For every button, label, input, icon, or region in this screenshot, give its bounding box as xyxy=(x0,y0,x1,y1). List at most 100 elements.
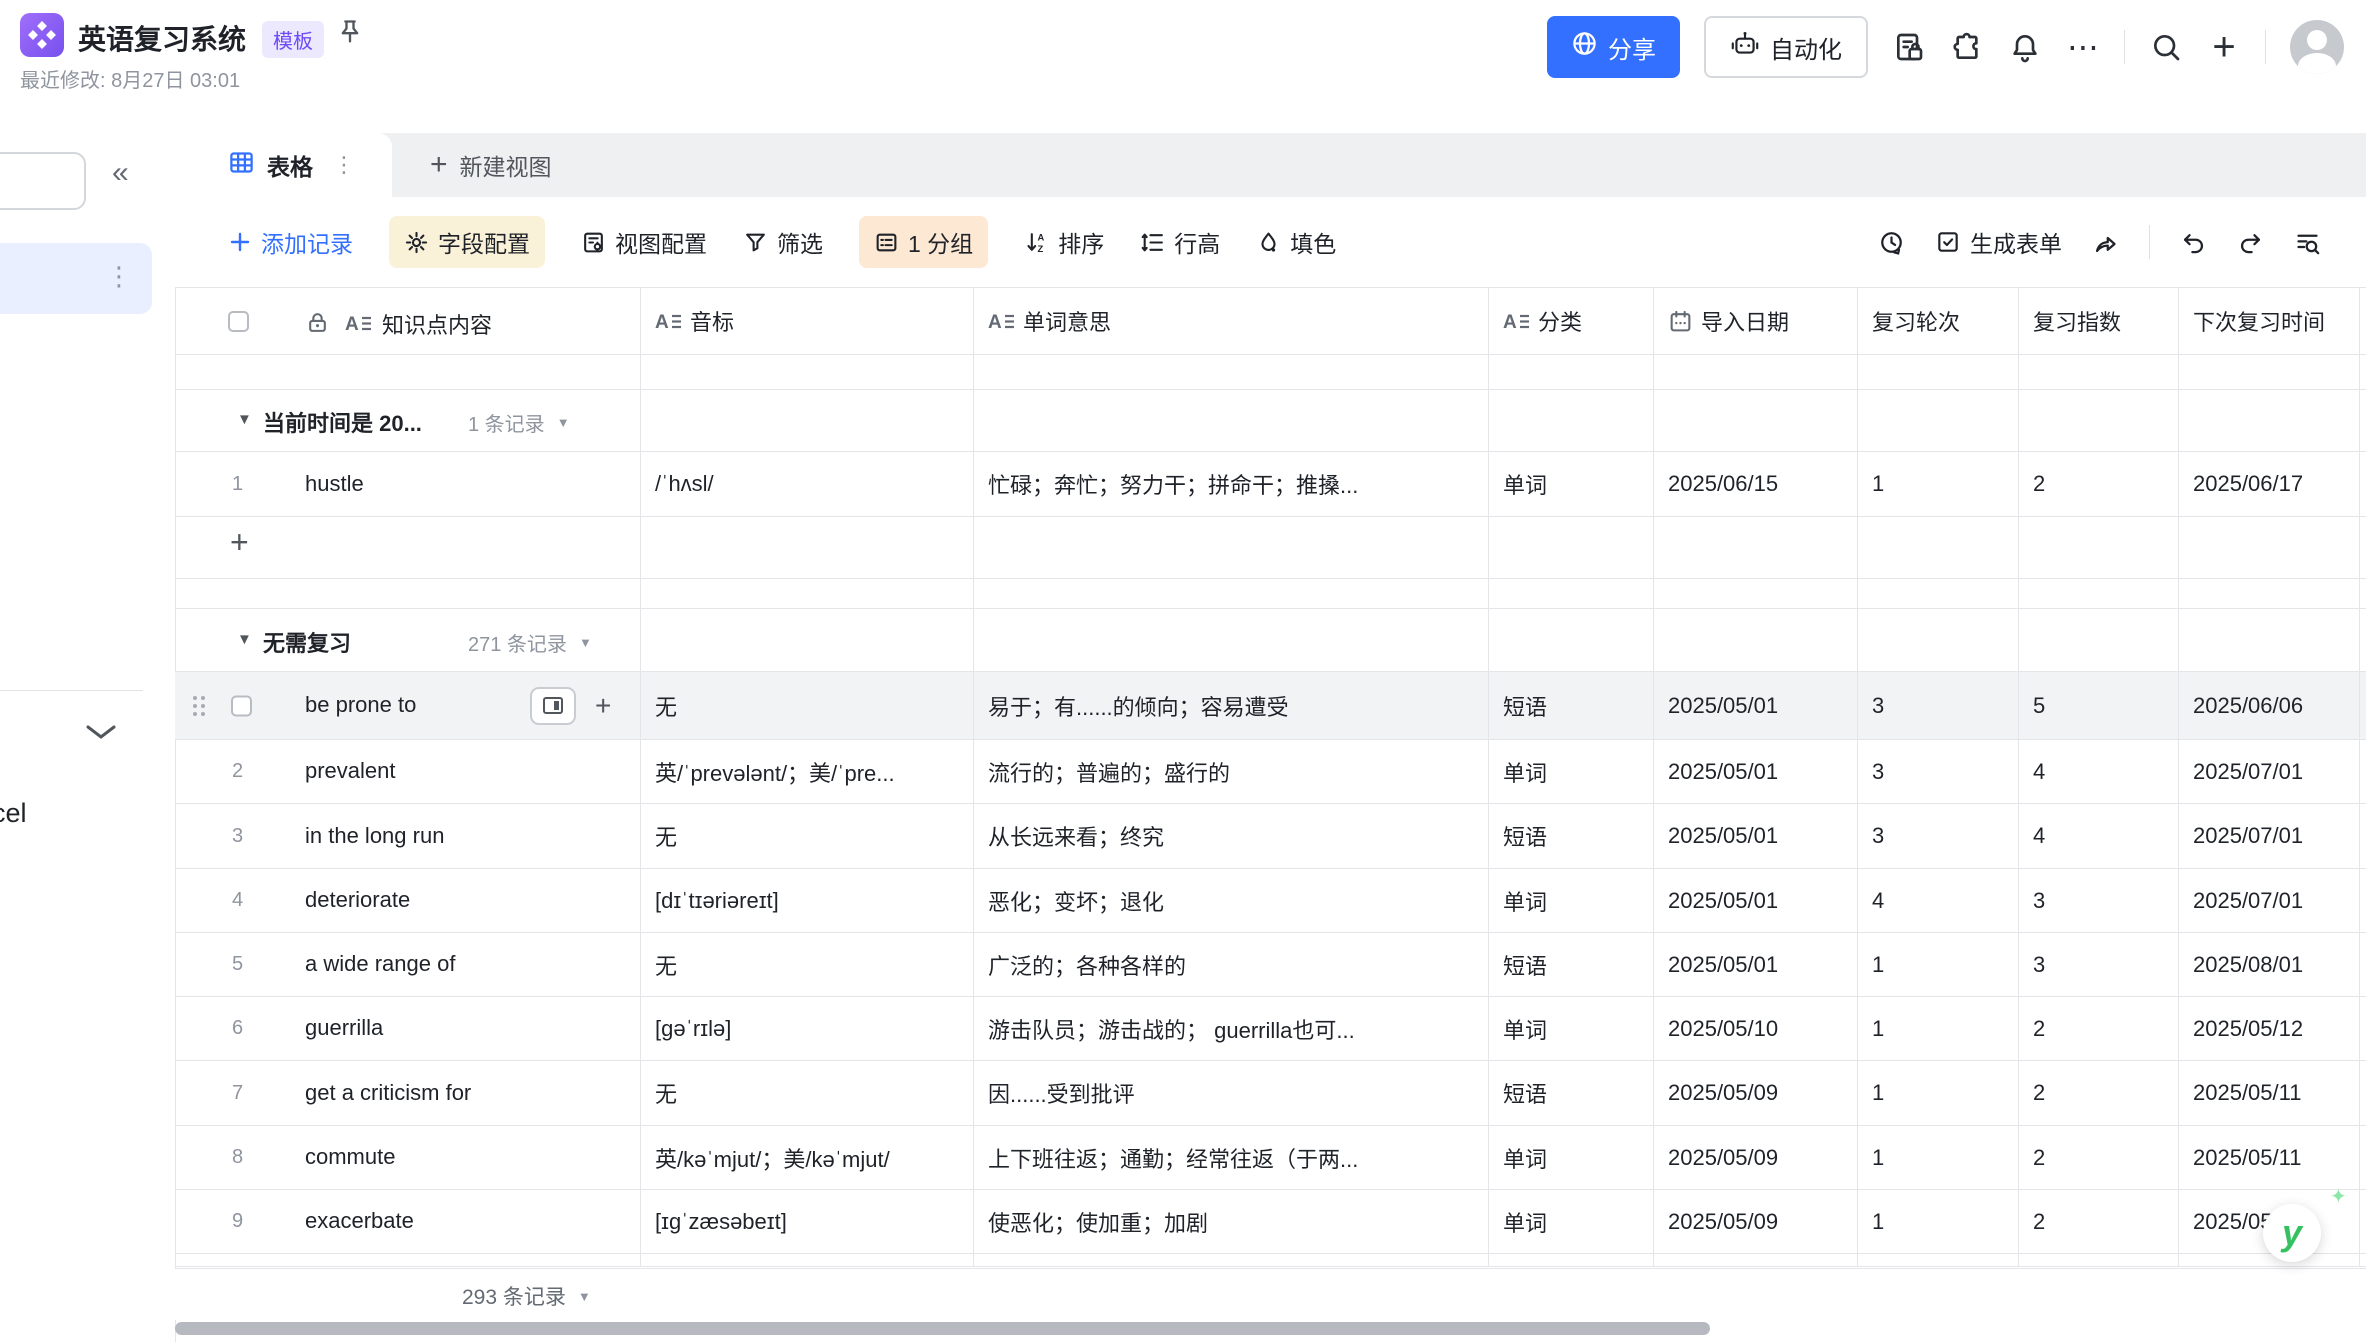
cell-review-round[interactable]: 1 xyxy=(1858,997,2019,1060)
cell-knowledge[interactable]: 6guerrilla xyxy=(175,997,641,1060)
cell-import-date[interactable]: 2025/05/01 xyxy=(1654,740,1858,803)
cell-next-review-date[interactable]: 2025/05/11 xyxy=(2179,1061,2360,1125)
cell-import-date[interactable]: 2025/05/01 xyxy=(1654,869,1858,932)
cell-phonetic[interactable]: 无 xyxy=(641,804,974,868)
tab-more-icon[interactable]: ⋮ xyxy=(333,152,357,178)
select-all-checkbox[interactable] xyxy=(228,311,249,332)
cell-next-review-date[interactable]: 2025/06/06 xyxy=(2179,672,2360,739)
cell-meaning[interactable]: 从长远来看；终究 xyxy=(974,804,1489,868)
cell-phonetic[interactable]: [ɪgˈzæsəbeɪt] xyxy=(641,1190,974,1253)
cell-import-date[interactable]: 2025/06/15 xyxy=(1654,452,1858,516)
cell-category[interactable]: 单词 xyxy=(1489,452,1654,516)
add-record-button[interactable]: 添加记录 xyxy=(228,225,353,259)
cell-review-round[interactable]: 4 xyxy=(1858,869,2019,932)
cell-next-review-date[interactable]: 2025/08/01 xyxy=(2179,933,2360,996)
add-record-plus-icon[interactable]: + xyxy=(230,524,249,561)
cell-review-index[interactable]: 2 xyxy=(2019,1061,2179,1125)
cell-meaning[interactable]: 因......受到批评 xyxy=(974,1061,1489,1125)
share-button[interactable]: 分享 xyxy=(1547,16,1680,78)
cell-meaning[interactable]: 流行的；普遍的；盛行的 xyxy=(974,740,1489,803)
user-avatar[interactable] xyxy=(2290,20,2344,74)
pin-icon[interactable] xyxy=(336,18,364,51)
tab-grid-view[interactable]: 表格 ⋮ xyxy=(175,133,392,197)
cell-knowledge[interactable]: 3in the long run xyxy=(175,804,641,868)
plugin-puzzle-icon[interactable] xyxy=(1950,30,1984,64)
cell-review-round[interactable]: 1 xyxy=(1858,1061,2019,1125)
cell-review-round[interactable]: 1 xyxy=(1858,452,2019,516)
row-checkbox[interactable] xyxy=(231,695,252,716)
sidebar-item-more-icon[interactable]: ⋮ xyxy=(106,263,132,289)
cell-import-date[interactable]: 2025/05/01 xyxy=(1654,672,1858,739)
cell-knowledge[interactable]: 4deteriorate xyxy=(175,869,641,932)
horizontal-scrollbar[interactable] xyxy=(175,1322,1710,1335)
add-plus-icon[interactable]: + xyxy=(2207,30,2241,64)
cell-category[interactable]: 单词 xyxy=(1489,1126,1654,1189)
add-record-row[interactable]: + xyxy=(175,517,2366,579)
insert-record-icon[interactable]: + xyxy=(595,690,611,722)
redo-icon[interactable] xyxy=(2237,229,2264,256)
assistant-button[interactable]: y xyxy=(2263,1204,2321,1262)
cell-meaning[interactable]: 使恶化；使加重；加剧 xyxy=(974,1190,1489,1253)
notification-bell-icon[interactable] xyxy=(2008,30,2042,64)
cell-review-round[interactable]: 1 xyxy=(1858,1126,2019,1189)
view-config-button[interactable]: 视图配置 xyxy=(581,225,707,259)
cell-phonetic[interactable]: 无 xyxy=(641,933,974,996)
cell-category[interactable]: 短语 xyxy=(1489,672,1654,739)
cell-knowledge[interactable]: 2prevalent xyxy=(175,740,641,803)
cell-category[interactable]: 短语 xyxy=(1489,1061,1654,1125)
cell-review-round[interactable]: 1 xyxy=(1858,933,2019,996)
cell-next-review-date[interactable]: 2025/06/17 xyxy=(2179,452,2360,516)
column-header-category[interactable]: A分类 xyxy=(1489,288,1654,354)
cell-review-index[interactable]: 2 xyxy=(2019,1190,2179,1253)
column-header-meaning[interactable]: A单词意思 xyxy=(974,288,1489,354)
cell-import-date[interactable]: 2025/05/10 xyxy=(1654,997,1858,1060)
cell-phonetic[interactable]: [dɪˈtɪəriəreɪt] xyxy=(641,869,974,932)
cell-meaning[interactable]: 易于；有......的倾向；容易遭受 xyxy=(974,672,1489,739)
cell-review-index[interactable]: 3 xyxy=(2019,933,2179,996)
cell-meaning[interactable]: 广泛的；各种各样的 xyxy=(974,933,1489,996)
share-view-icon[interactable] xyxy=(2092,229,2119,256)
cell-category[interactable]: 短语 xyxy=(1489,804,1654,868)
cell-phonetic[interactable]: 英/kəˈmjut/；美/kəˈmjut/ xyxy=(641,1126,974,1189)
column-header-review-index[interactable]: 复习指数 xyxy=(2019,288,2179,354)
cell-review-round[interactable]: 1 xyxy=(1858,1190,2019,1253)
cell-review-index[interactable]: 4 xyxy=(2019,804,2179,868)
cell-meaning[interactable]: 上下班往返；通勤；经常往返（于两... xyxy=(974,1126,1489,1189)
cell-review-round[interactable]: 3 xyxy=(1858,740,2019,803)
search-icon[interactable] xyxy=(2149,30,2183,64)
column-header-review-round[interactable]: 复习轮次 xyxy=(1858,288,2019,354)
cell-phonetic[interactable]: 无 xyxy=(641,1061,974,1125)
record-count[interactable]: 293 条记录 ▼ xyxy=(462,1281,591,1311)
cell-category[interactable]: 短语 xyxy=(1489,933,1654,996)
row-height-button[interactable]: 行高 xyxy=(1140,225,1220,259)
cell-category[interactable]: 单词 xyxy=(1489,740,1654,803)
cell-meaning[interactable]: 忙碌；奔忙；努力干；拼命干；推搡... xyxy=(974,452,1489,516)
drag-handle[interactable] xyxy=(193,696,205,716)
sidebar-item-selected[interactable]: ⋮ xyxy=(0,243,152,314)
cell-next-review-date[interactable]: 2025/05/11 xyxy=(2179,1126,2360,1189)
form-lock-icon[interactable] xyxy=(1892,30,1926,64)
group-record-count[interactable]: 271 条记录▼ xyxy=(468,628,592,657)
sidebar-search-box[interactable] xyxy=(0,152,86,210)
cell-review-index[interactable]: 5 xyxy=(2019,672,2179,739)
field-config-button[interactable]: 字段配置 xyxy=(389,216,545,268)
cell-category[interactable]: 单词 xyxy=(1489,997,1654,1060)
cell-phonetic[interactable]: 英/ˈprevələnt/；美/ˈpre... xyxy=(641,740,974,803)
group-button[interactable]: 1 分组 xyxy=(859,216,988,268)
cell-next-review-date[interactable]: 2025/07/01 xyxy=(2179,869,2360,932)
group-record-count[interactable]: 1 条记录▼ xyxy=(468,408,570,437)
cell-review-round[interactable]: 3 xyxy=(1858,672,2019,739)
cell-category[interactable]: 单词 xyxy=(1489,1190,1654,1253)
more-ellipsis-icon[interactable]: ⋯ xyxy=(2066,30,2100,64)
sidebar-chevron-down-icon[interactable] xyxy=(84,722,118,747)
cell-review-round[interactable]: 3 xyxy=(1858,804,2019,868)
cell-review-index[interactable]: 4 xyxy=(2019,740,2179,803)
column-header-next-review-date[interactable]: 下次复习时间 xyxy=(2179,288,2360,354)
cell-next-review-date[interactable]: 2025/07/01 xyxy=(2179,804,2360,868)
cell-next-review-date[interactable]: 2025/07/01 xyxy=(2179,740,2360,803)
cell-import-date[interactable]: 2025/05/01 xyxy=(1654,804,1858,868)
cell-meaning[interactable]: 游击队员；游击战的； guerrilla也可... xyxy=(974,997,1489,1060)
automation-button[interactable]: 自动化 xyxy=(1704,16,1868,78)
generate-form-button[interactable]: 生成表单 xyxy=(1935,225,2062,259)
cell-review-index[interactable]: 3 xyxy=(2019,869,2179,932)
